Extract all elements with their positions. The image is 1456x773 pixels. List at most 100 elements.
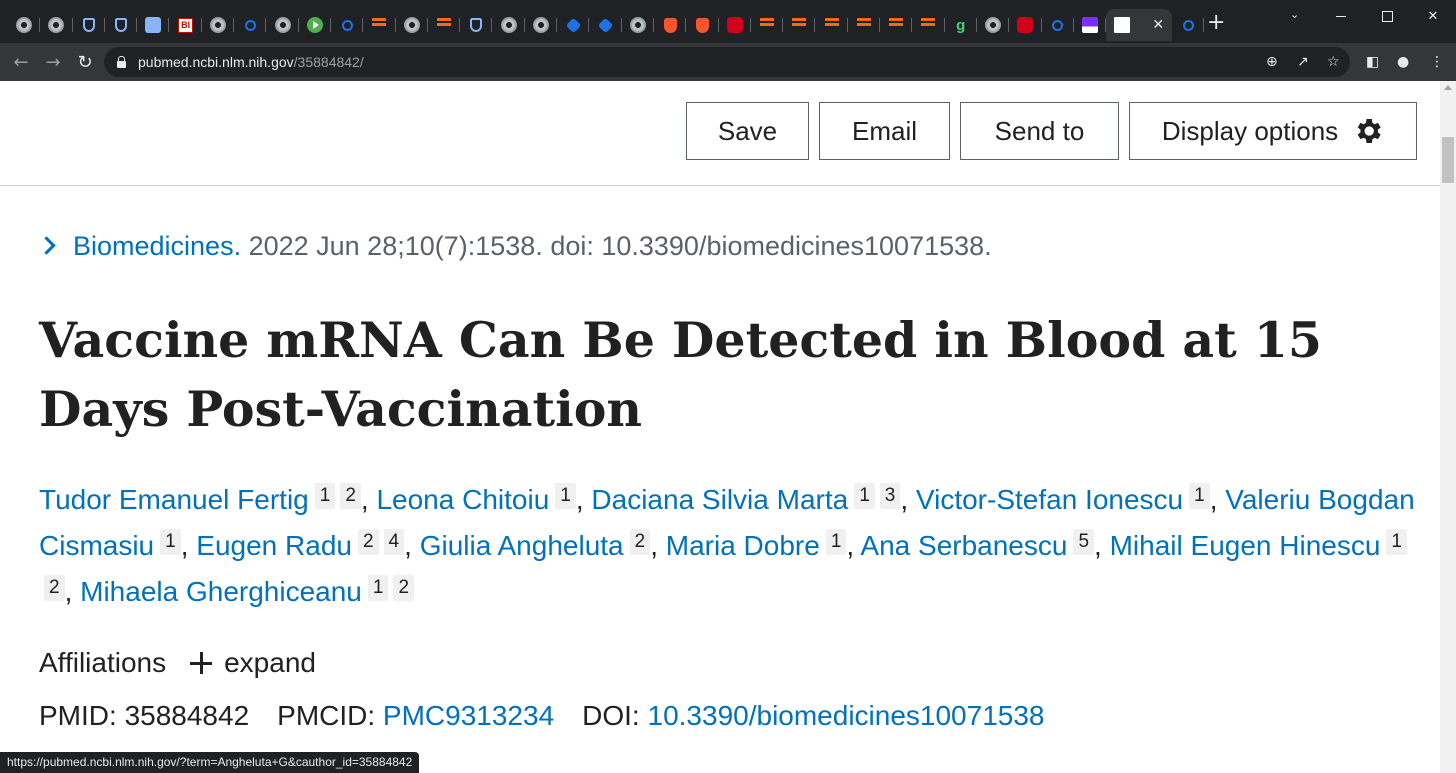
search-icon: [1182, 19, 1194, 31]
browser-tab[interactable]: [557, 9, 590, 41]
author-link[interactable]: Victor-Stefan Ionescu: [916, 484, 1183, 515]
send-to-button[interactable]: Send to: [960, 102, 1119, 160]
plus-icon[interactable]: [190, 652, 213, 674]
email-button[interactable]: Email: [819, 102, 950, 160]
browser-tab[interactable]: [331, 9, 364, 41]
back-arrow-icon[interactable]: ←: [9, 50, 33, 74]
author-entry: Victor-Stefan Ionescu 1,: [915, 483, 1226, 515]
browser-tab[interactable]: [1009, 9, 1042, 41]
browser-tab[interactable]: [105, 9, 138, 41]
affiliation-badge[interactable]: 5: [1073, 529, 1095, 555]
maximize-icon[interactable]: [1364, 0, 1410, 32]
affiliation-badge[interactable]: 1: [854, 483, 875, 509]
browser-tab[interactable]: [299, 9, 332, 41]
minimize-icon[interactable]: [1318, 0, 1364, 32]
globe-icon: [403, 17, 420, 33]
new-tab-button[interactable]: +: [1207, 12, 1225, 34]
browser-tab[interactable]: [202, 9, 235, 41]
globe-icon: [209, 17, 226, 33]
browser-tab[interactable]: [848, 9, 881, 41]
url-text[interactable]: pubmed.ncbi.nlm.nih.gov/35884842/: [138, 54, 364, 70]
browser-tab[interactable]: [137, 9, 170, 41]
browser-tab[interactable]: [912, 9, 945, 41]
affiliation-badge[interactable]: 3: [879, 483, 901, 509]
affiliation-badge[interactable]: 1: [825, 529, 847, 555]
browser-tab[interactable]: [1074, 9, 1107, 41]
browser-tab[interactable]: [8, 9, 41, 41]
author-link[interactable]: Leona Chitoiu: [376, 484, 549, 515]
address-bar[interactable]: pubmed.ncbi.nlm.nih.gov/35884842/ ⊕ ↗ ☆: [104, 47, 1350, 77]
display-options-button[interactable]: Display options: [1129, 102, 1417, 160]
menu-kebab-icon[interactable]: ⋮: [1430, 54, 1444, 70]
browser-tab[interactable]: [880, 9, 913, 41]
affiliation-badge[interactable]: 2: [44, 575, 65, 601]
affiliation-badge[interactable]: 1: [1386, 529, 1407, 555]
affiliation-badge[interactable]: 1: [1189, 483, 1210, 509]
browser-tab[interactable]: [396, 9, 429, 41]
browser-tab[interactable]: [428, 9, 461, 41]
author-entry: Eugen Radu 2 4,: [196, 529, 420, 561]
browser-tab[interactable]: [363, 9, 396, 41]
tab-search-chevron-icon[interactable]: ⌄: [1290, 8, 1299, 21]
browser-tab[interactable]: [977, 9, 1010, 41]
affiliations-expand-button[interactable]: expand: [224, 647, 316, 679]
browser-tab[interactable]: BI: [169, 9, 203, 41]
browser-tab[interactable]: [686, 9, 719, 41]
browser-tab[interactable]: [492, 9, 526, 41]
scroll-thumb[interactable]: [1442, 137, 1454, 183]
browser-tab[interactable]: [460, 9, 493, 41]
globe-icon: [48, 17, 65, 33]
browser-tab-active[interactable]: ✕: [1106, 9, 1173, 41]
affiliation-badge[interactable]: 2: [357, 529, 379, 555]
affiliation-badge[interactable]: 2: [340, 483, 361, 509]
browser-tab[interactable]: [1172, 9, 1205, 41]
author-link[interactable]: Mihail Eugen Hinescu: [1110, 530, 1381, 561]
browser-tab[interactable]: [525, 9, 558, 41]
browser-tab[interactable]: [73, 9, 106, 41]
browser-tab[interactable]: [589, 9, 622, 41]
zoom-icon[interactable]: ⊕: [1266, 54, 1278, 70]
chevron-right-icon[interactable]: [37, 236, 56, 255]
browser-tab[interactable]: [783, 9, 816, 41]
author-link[interactable]: Maria Dobre: [666, 530, 820, 561]
author-link[interactable]: Mihaela Gherghiceanu: [80, 576, 362, 607]
close-tab-icon[interactable]: ✕: [1152, 17, 1164, 33]
browser-tab[interactable]: g: [945, 9, 978, 41]
affiliation-badge[interactable]: 2: [393, 575, 415, 601]
browser-tab[interactable]: [40, 9, 73, 41]
browser-tab[interactable]: [654, 9, 687, 41]
browser-tab[interactable]: [234, 9, 267, 41]
author-link[interactable]: Tudor Emanuel Fertig: [39, 484, 309, 515]
author-link[interactable]: Giulia Angheluta: [420, 530, 624, 561]
affiliation-badge[interactable]: 1: [555, 483, 576, 509]
author-link[interactable]: Eugen Radu: [196, 530, 352, 561]
forward-arrow-icon[interactable]: →: [41, 50, 65, 74]
lock-icon[interactable]: [117, 55, 126, 68]
save-button[interactable]: Save: [686, 102, 809, 160]
scroll-up-arrow-icon[interactable]: [1444, 85, 1452, 90]
status-bar-url: https://pubmed.ncbi.nlm.nih.gov/?term=An…: [0, 752, 420, 773]
reload-icon[interactable]: ↻: [73, 50, 97, 74]
side-panel-icon[interactable]: ◧: [1366, 54, 1379, 70]
affiliation-badge[interactable]: 1: [314, 483, 336, 509]
browser-tab[interactable]: [622, 9, 655, 41]
share-icon[interactable]: ↗: [1297, 54, 1309, 70]
browser-tab[interactable]: [815, 9, 849, 41]
scrollbar[interactable]: [1440, 81, 1456, 773]
profile-avatar-icon[interactable]: ●: [1397, 54, 1409, 70]
close-window-icon[interactable]: ✕: [1410, 0, 1456, 32]
journal-link[interactable]: Biomedicines.: [73, 231, 241, 261]
affiliation-badge[interactable]: 2: [629, 529, 651, 555]
bookmark-star-icon[interactable]: ☆: [1327, 54, 1340, 70]
browser-tab[interactable]: [266, 9, 299, 41]
affiliation-badge[interactable]: 1: [367, 575, 389, 601]
author-link[interactable]: Ana Serbanescu: [860, 530, 1067, 561]
browser-tab[interactable]: [751, 9, 784, 41]
browser-tab[interactable]: [1042, 9, 1075, 41]
pmcid-link[interactable]: PMC9313234: [383, 700, 554, 731]
affiliation-badge[interactable]: 4: [383, 529, 405, 555]
browser-tab[interactable]: [719, 9, 752, 41]
affiliation-badge[interactable]: 1: [160, 529, 181, 555]
author-link[interactable]: Daciana Silvia Marta: [591, 484, 848, 515]
doi-link[interactable]: 10.3390/biomedicines10071538: [648, 700, 1045, 731]
